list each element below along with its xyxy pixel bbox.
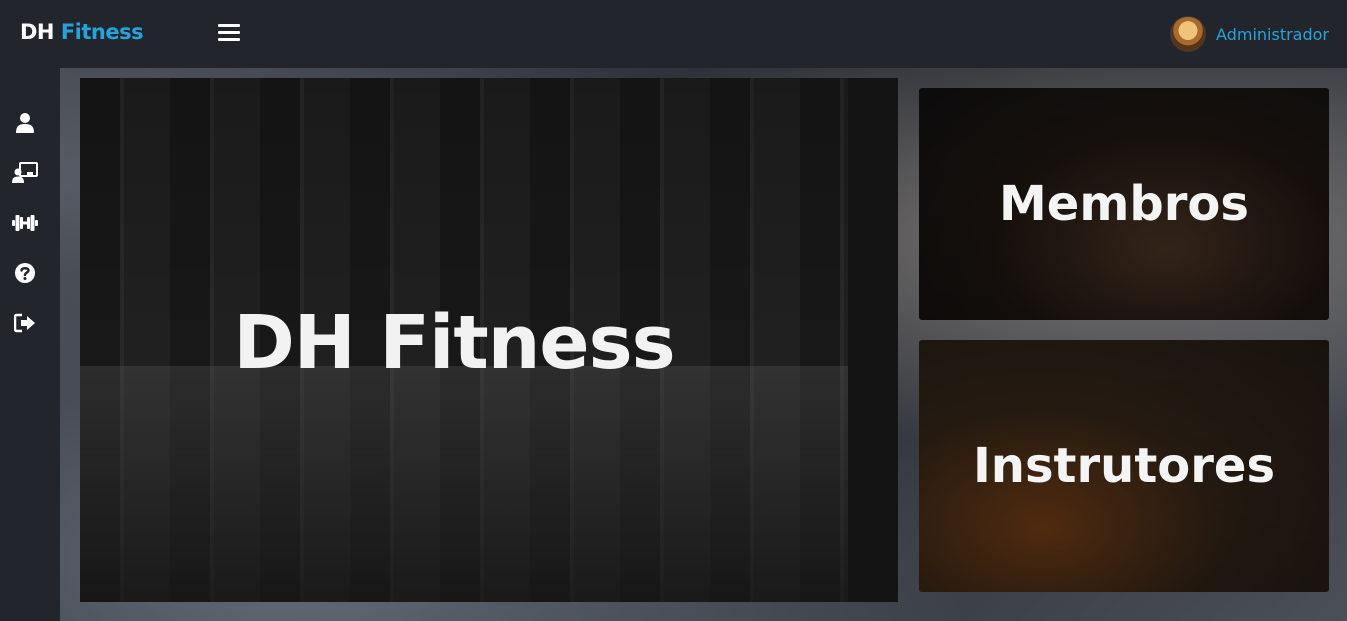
card-membros-title: Membros — [999, 176, 1249, 232]
brand-text-fitness: Fitness — [60, 20, 144, 44]
card-instrutores[interactable]: Instrutores — [919, 340, 1329, 592]
user-menu[interactable]: Administrador — [1170, 16, 1329, 52]
chalkboard-teacher-icon[interactable] — [12, 160, 38, 186]
user-name[interactable]: Administrador — [1216, 25, 1329, 44]
avatar[interactable] — [1170, 16, 1207, 52]
sign-out-icon[interactable] — [12, 310, 38, 336]
card-instrutores-title: Instrutores — [972, 438, 1276, 494]
user-icon[interactable] — [12, 110, 38, 136]
hamburger-icon[interactable] — [218, 24, 240, 42]
top-navbar: DH Fitness Administrador — [0, 0, 1347, 68]
hero-banner[interactable]: DH Fitness — [80, 78, 898, 602]
hero-title: DH Fitness — [233, 299, 675, 386]
main-content: DH Fitness Membros Instrutores — [60, 68, 1347, 621]
sidebar — [0, 68, 60, 621]
card-membros[interactable]: Membros — [919, 88, 1329, 320]
dumbbell-icon[interactable] — [12, 210, 38, 236]
brand-text-dh: DH — [20, 20, 55, 44]
question-circle-icon[interactable] — [12, 260, 38, 286]
brand-logo[interactable]: DH Fitness — [20, 20, 144, 44]
